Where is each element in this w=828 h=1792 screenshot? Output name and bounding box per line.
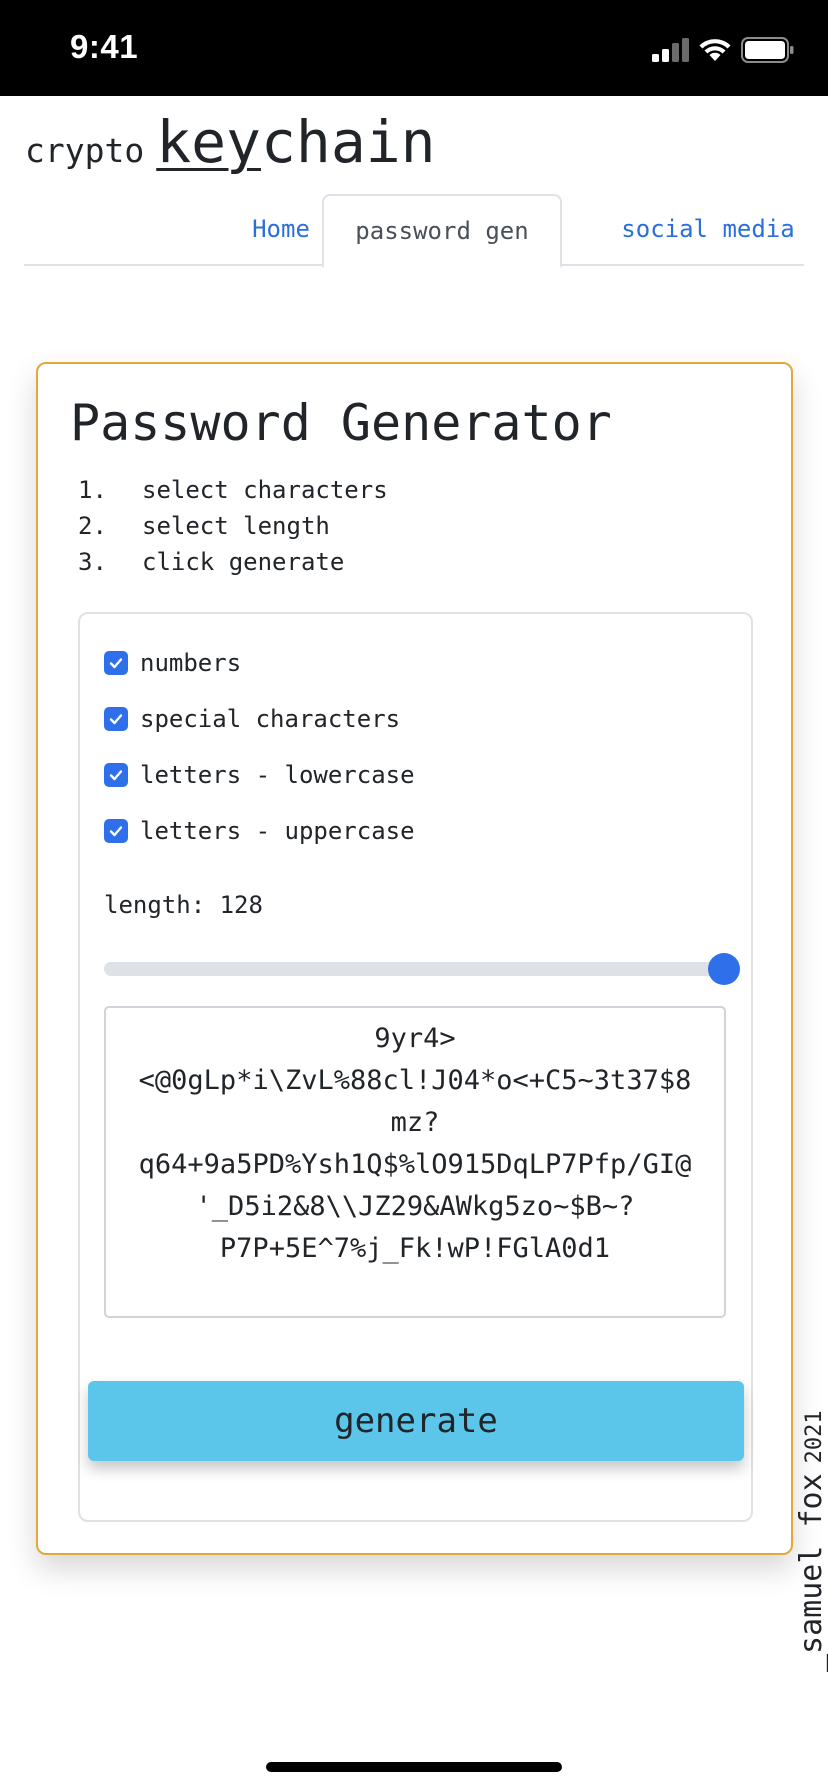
checkmark-icon (109, 826, 123, 837)
author-signature: _samuel fox 2021 (794, 1410, 828, 1672)
nav-tabs: Home password gen social media (24, 194, 804, 268)
length-slider[interactable] (104, 953, 740, 985)
step-number: 3. (78, 548, 107, 576)
length-slider-thumb[interactable] (708, 953, 740, 985)
home-indicator (266, 1762, 562, 1772)
instruction-step: 3. click generate (78, 544, 388, 580)
numbers-label: numbers (140, 649, 242, 677)
step-text: select length (142, 512, 330, 540)
checkmark-icon (109, 770, 123, 781)
brand-title-underlined: key (156, 108, 261, 176)
author-year: 2021 (802, 1410, 827, 1464)
special-characters-checkbox[interactable] (104, 707, 128, 731)
instructions-list: 1. select characters 2. select length 3. cl… (78, 472, 388, 580)
brand-prefix: crypto (25, 131, 145, 170)
length-label: length: 128 (104, 891, 263, 919)
password-output[interactable]: 9yr4> <@0gLp*i\ZvL%88cl!J04*o<+C5~3t37$8… (104, 1006, 726, 1318)
brand-logo[interactable]: crypto keychain (25, 108, 436, 188)
numbers-checkbox[interactable] (104, 651, 128, 675)
special-characters-label: special characters (140, 705, 401, 733)
instruction-step: 1. select characters (78, 472, 388, 508)
signal-icon (652, 38, 689, 62)
step-number: 2. (78, 512, 107, 540)
status-bar: 9:41 (0, 0, 828, 96)
generate-button[interactable]: generate (88, 1381, 744, 1461)
wifi-icon (699, 39, 731, 61)
lowercase-label: letters - lowercase (140, 761, 415, 789)
instruction-step: 2. select length (78, 508, 388, 544)
uppercase-label: letters - uppercase (140, 817, 415, 845)
step-text: click generate (142, 548, 345, 576)
brand-title: keychain (156, 108, 435, 176)
tab-password-gen[interactable]: password gen (322, 194, 562, 268)
page-title: Password Generator (70, 394, 612, 452)
uppercase-checkbox[interactable] (104, 819, 128, 843)
author-name: _samuel fox (794, 1473, 828, 1672)
checkmark-icon (109, 714, 123, 725)
generator-form: numbers special characters letters - low… (78, 612, 753, 1522)
battery-icon (741, 37, 794, 63)
step-text: select characters (142, 476, 388, 504)
lowercase-checkbox[interactable] (104, 763, 128, 787)
status-time: 9:41 (70, 28, 139, 65)
tab-social-media[interactable]: social media (588, 194, 828, 266)
brand-title-rest: chain (260, 108, 436, 176)
password-generator-card: Password Generator 1. select characters 2… (36, 362, 793, 1555)
checkmark-icon (109, 658, 123, 669)
step-number: 1. (78, 476, 107, 504)
